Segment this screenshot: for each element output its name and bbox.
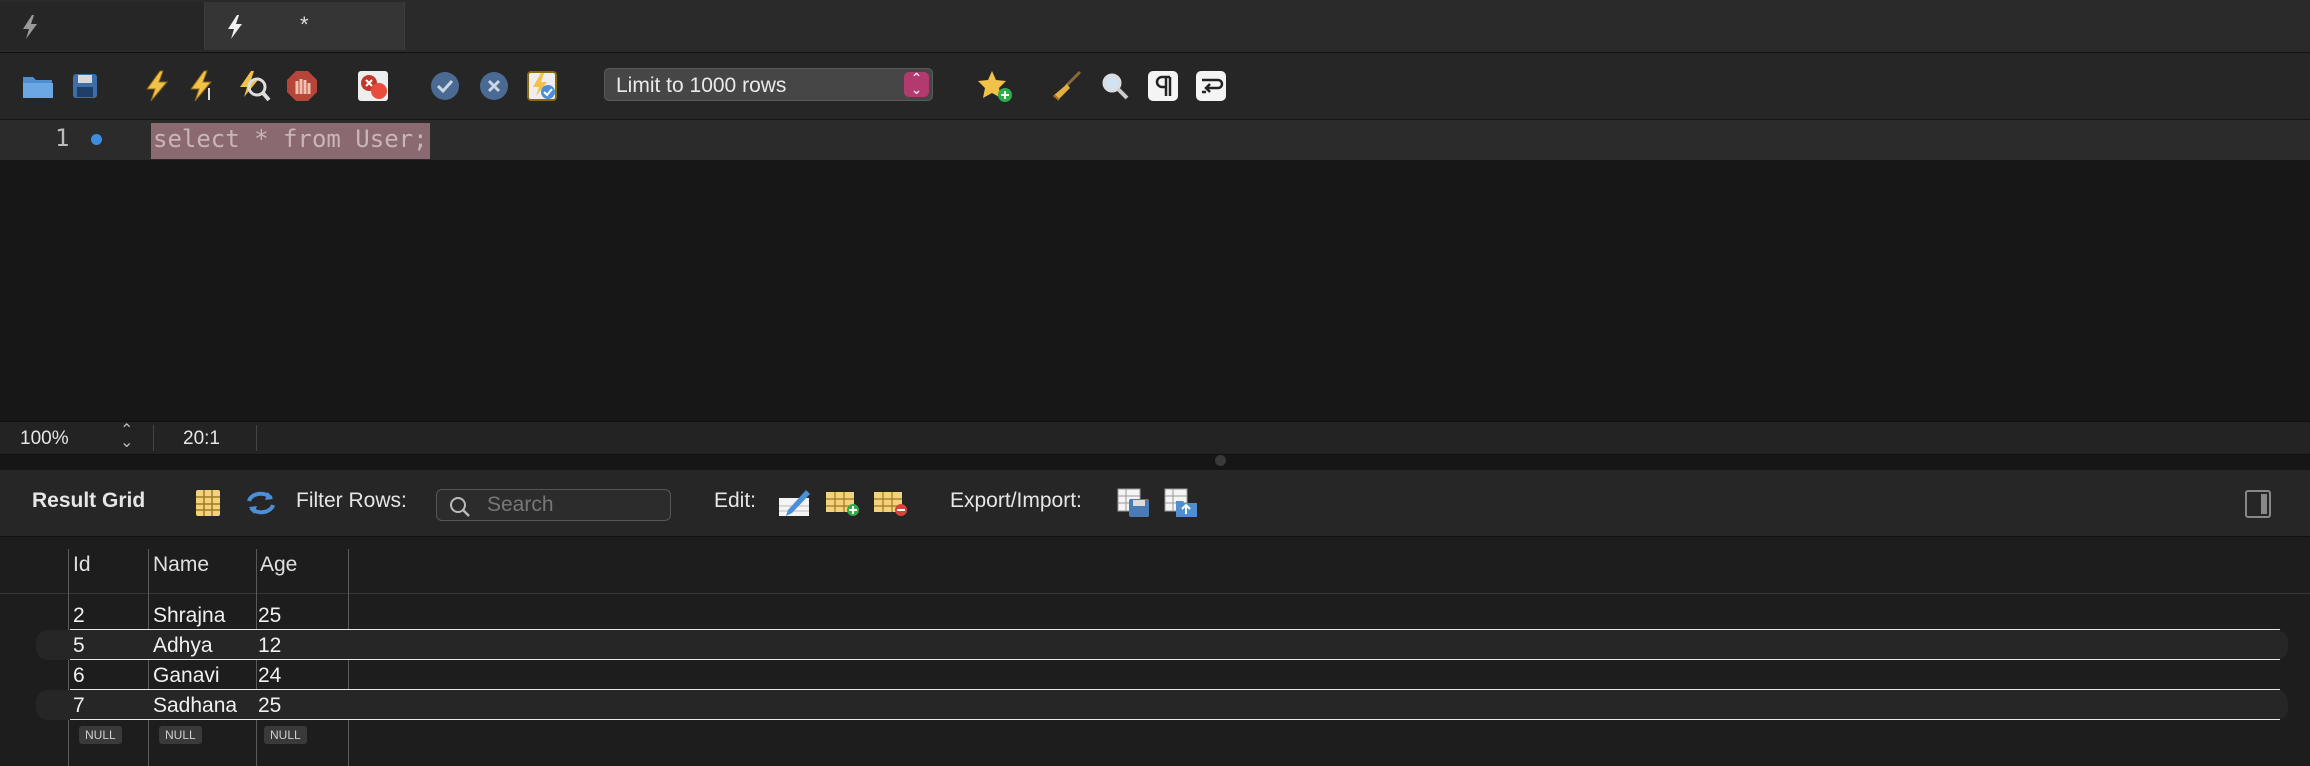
toggle-error-stop-icon[interactable] [356, 68, 392, 104]
filter-search-input[interactable]: Search [436, 489, 671, 521]
select-stepper-icon: ⌃ ⌄ [904, 71, 929, 97]
word-wrap-icon[interactable] [1193, 68, 1229, 104]
cursor-position: 20:1 [183, 428, 220, 449]
search-icon [450, 497, 470, 517]
filter-rows-label: Filter Rows: [296, 489, 407, 512]
table-row[interactable]: 7 Sadhana 25 [0, 689, 2310, 720]
table-row[interactable]: NULL NULL NULL [0, 719, 2310, 750]
find-icon[interactable] [1097, 68, 1133, 104]
table-row[interactable]: 2 Shrajna 25 [0, 600, 2310, 630]
null-badge[interactable]: NULL [79, 726, 122, 744]
save-icon[interactable] [67, 68, 103, 104]
grid-cell[interactable]: 2 [73, 604, 85, 628]
grid-cell[interactable]: Shrajna [153, 604, 225, 628]
limit-rows-value: Limit to 1000 rows [616, 74, 787, 97]
sql-editor-toolbar: Limit to 1000 rows ⌃ ⌄ [0, 53, 2310, 120]
search-placeholder: Search [487, 493, 554, 516]
editor-status-bar: 100% ⌃ ⌄ 20:1 [0, 421, 2310, 455]
side-panel-toggle-icon[interactable] [2245, 490, 2271, 518]
panel-split-handle[interactable] [1215, 455, 1226, 466]
result-grid-title: Result Grid [32, 489, 146, 512]
row-divider [70, 689, 2280, 690]
beautify-icon[interactable] [1049, 68, 1085, 104]
null-badge[interactable]: NULL [264, 726, 307, 744]
query-tab-2[interactable]: * [205, 2, 405, 50]
stop-icon[interactable] [284, 68, 320, 104]
unsaved-indicator: * [300, 12, 309, 37]
grid-cell[interactable]: 25 [258, 604, 281, 628]
column-header-id[interactable]: Id [73, 553, 91, 577]
result-toolbar: Result Grid Filter Rows: Search Edit: Ex… [0, 470, 2310, 537]
edit-label: Edit: [714, 489, 757, 512]
lightning-icon [225, 14, 245, 45]
row-divider [70, 719, 2280, 720]
column-header-age[interactable]: Age [260, 553, 297, 577]
commit-icon[interactable] [427, 68, 463, 104]
limit-rows-select[interactable]: Limit to 1000 rows ⌃ ⌄ [604, 68, 933, 101]
bookmark-add-icon[interactable] [977, 68, 1013, 104]
add-row-icon[interactable] [825, 485, 861, 521]
row-divider [70, 629, 2280, 630]
zoom-stepper-icon[interactable]: ⌃ ⌄ [120, 423, 133, 451]
delete-row-icon[interactable] [873, 485, 909, 521]
divider [256, 425, 257, 451]
row-divider [70, 659, 2280, 660]
result-grid: Id Name Age 2 Shrajna 25 5 Adhya 12 6 Ganavi 24 7… [0, 537, 2310, 766]
grid-cell[interactable]: 7 [73, 694, 85, 718]
grid-cell[interactable]: 24 [258, 664, 281, 688]
tab-bar: * [0, 0, 2310, 53]
sql-statement[interactable]: select * from User; [151, 123, 430, 159]
sql-editor[interactable]: 1 select * from User; [0, 120, 2310, 421]
execute-current-icon[interactable] [186, 68, 222, 104]
export-icon[interactable] [1116, 485, 1152, 521]
import-icon[interactable] [1164, 485, 1200, 521]
edit-row-icon[interactable] [777, 485, 813, 521]
table-row[interactable]: 6 Ganavi 24 [0, 659, 2310, 690]
lightning-icon [20, 14, 40, 45]
autocommit-icon[interactable] [524, 68, 560, 104]
grid-cell[interactable]: 25 [258, 694, 281, 718]
grid-cell[interactable]: Ganavi [153, 664, 220, 688]
execute-icon[interactable] [139, 68, 175, 104]
zoom-level[interactable]: 100% [20, 428, 69, 450]
column-header-name[interactable]: Name [153, 553, 209, 577]
open-folder-icon[interactable] [20, 68, 56, 104]
row-stripe [36, 630, 2288, 660]
grid-cell[interactable]: 12 [258, 634, 281, 658]
query-tab-1[interactable] [0, 2, 205, 50]
grid-cell[interactable]: Adhya [153, 634, 213, 658]
grid-cell[interactable]: 6 [73, 664, 85, 688]
refresh-icon[interactable] [243, 485, 279, 521]
invisible-chars-icon[interactable] [1145, 68, 1181, 104]
grid-header: Id Name Age [0, 537, 2310, 594]
divider [153, 425, 154, 451]
null-badge[interactable]: NULL [159, 726, 202, 744]
table-row[interactable]: 5 Adhya 12 [0, 629, 2310, 660]
row-stripe [36, 690, 2288, 720]
statement-marker-icon [91, 134, 102, 145]
explain-icon[interactable] [236, 68, 272, 104]
rollback-icon[interactable] [476, 68, 512, 104]
line-number: 1 [55, 124, 70, 152]
export-import-label: Export/Import: [950, 489, 1082, 512]
grid-cell[interactable]: Sadhana [153, 694, 237, 718]
grid-view-icon[interactable] [190, 485, 226, 521]
grid-cell[interactable]: 5 [73, 634, 85, 658]
